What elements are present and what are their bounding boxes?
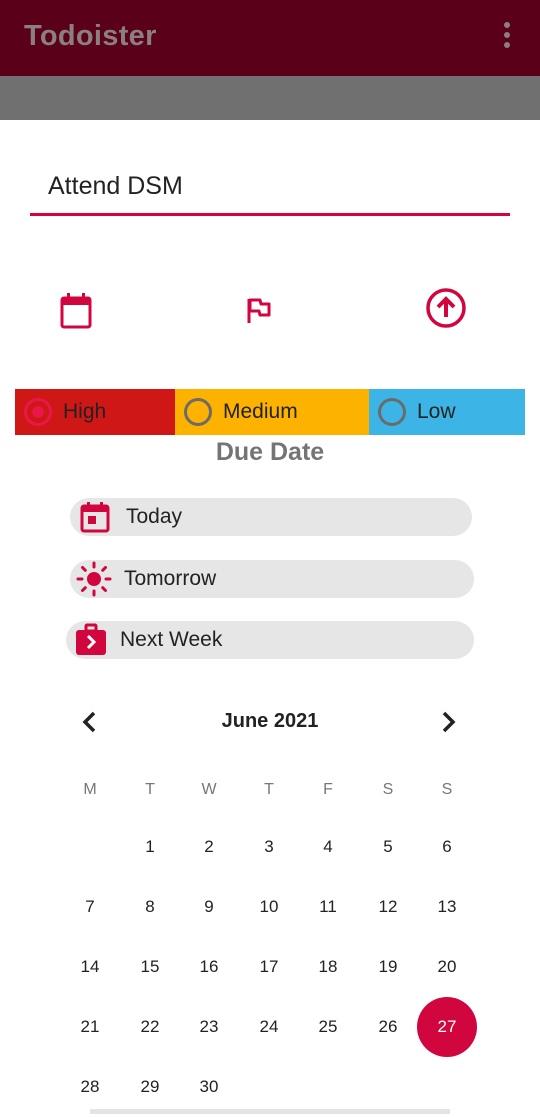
calendar-day[interactable]: 24 — [239, 997, 299, 1057]
calendar-day[interactable]: 12 — [358, 877, 418, 937]
weekday-header: T — [145, 781, 155, 798]
weekday-header: M — [83, 781, 97, 798]
calendar-day[interactable]: 30 — [179, 1057, 239, 1117]
calendar-day[interactable]: 19 — [358, 937, 418, 997]
calendar-day[interactable]: 15 — [120, 937, 180, 997]
calendar-day[interactable]: 8 — [120, 877, 180, 937]
calendar-day[interactable]: 18 — [298, 937, 358, 997]
weekday-header: F — [323, 781, 333, 798]
calendar-day[interactable]: 17 — [239, 937, 299, 997]
calendar-day[interactable]: 9 — [179, 877, 239, 937]
calendar-day[interactable]: 13 — [417, 877, 477, 937]
calendar-day[interactable]: 20 — [417, 937, 477, 997]
calendar-day[interactable]: 6 — [417, 817, 477, 877]
calendar-day[interactable]: 1 — [120, 817, 180, 877]
calendar-day[interactable]: 10 — [239, 877, 299, 937]
calendar-day[interactable]: 23 — [179, 997, 239, 1057]
calendar-day[interactable]: 4 — [298, 817, 358, 877]
calendar-day[interactable]: 5 — [358, 817, 418, 877]
calendar-grid: M T W T F S S 1 2 3 4 5 6 7 8 9 10 11 12 13 14 15 16 17 18 19 20 21… — [0, 0, 540, 1114]
calendar-day[interactable]: 26 — [358, 997, 418, 1057]
calendar-day[interactable]: 25 — [298, 997, 358, 1057]
weekday-header: T — [264, 781, 274, 798]
calendar-day[interactable]: 22 — [120, 997, 180, 1057]
calendar-day[interactable]: 2 — [179, 817, 239, 877]
calendar-day[interactable]: 7 — [60, 877, 120, 937]
calendar-day[interactable]: 3 — [239, 817, 299, 877]
calendar-day[interactable]: 11 — [298, 877, 358, 937]
calendar-day[interactable]: 14 — [60, 937, 120, 997]
calendar-day[interactable]: 28 — [60, 1057, 120, 1117]
weekday-header: S — [382, 781, 394, 798]
calendar-day[interactable]: 16 — [179, 937, 239, 997]
weekday-header: W — [201, 781, 217, 798]
calendar-day[interactable]: 29 — [120, 1057, 180, 1117]
calendar-day[interactable]: 21 — [60, 997, 120, 1057]
calendar-day-selected[interactable]: 27 — [417, 997, 477, 1057]
weekday-header: S — [441, 781, 453, 798]
